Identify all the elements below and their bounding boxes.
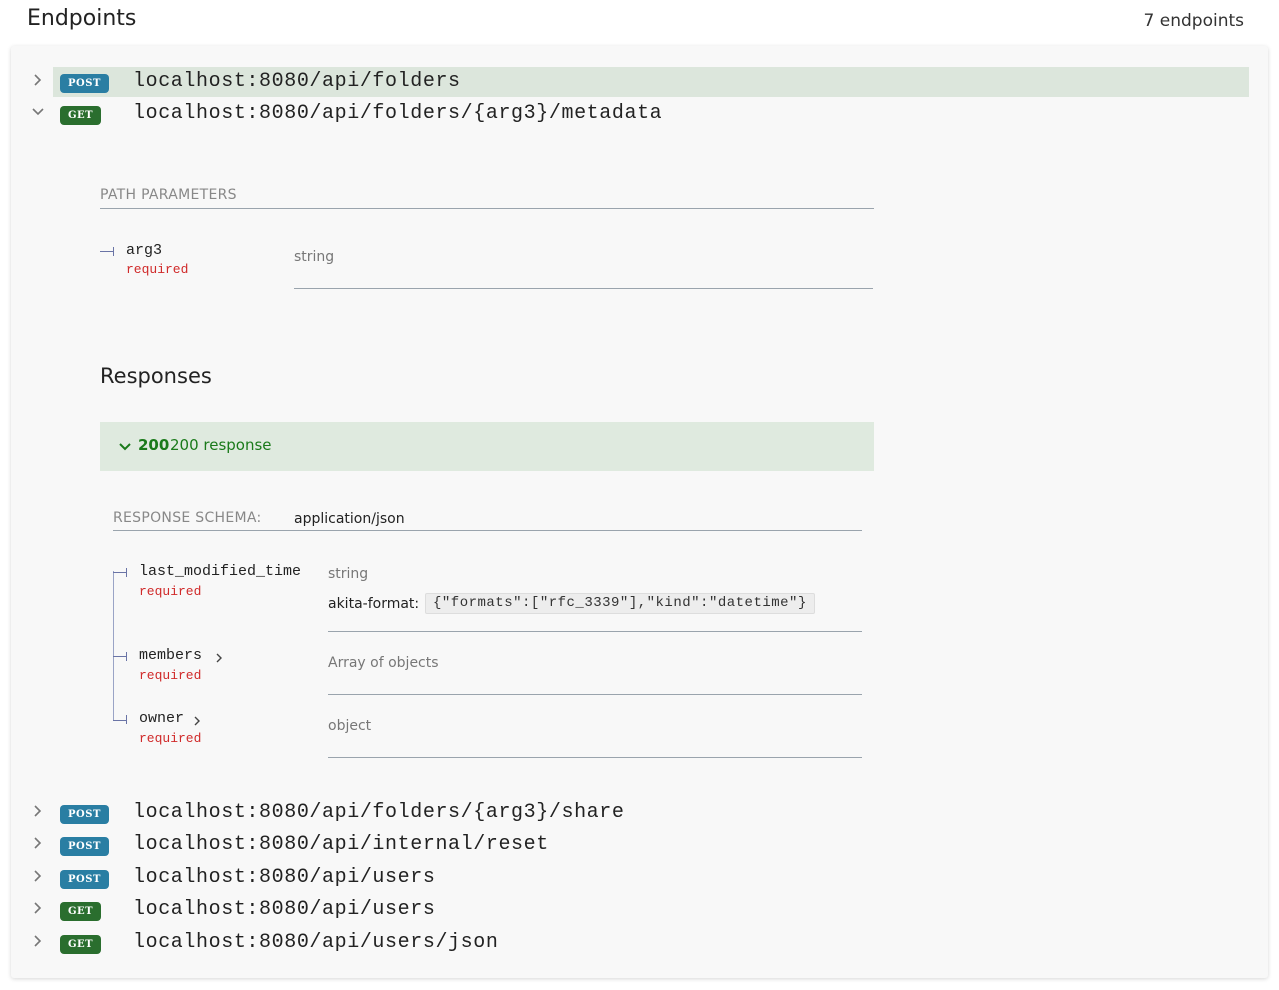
tree-connector (113, 720, 127, 721)
response-code: 200 (138, 436, 170, 454)
tree-connector (100, 251, 114, 252)
method-badge: GET (60, 902, 102, 921)
field-name: last_modified_time (139, 563, 302, 580)
divider (100, 208, 874, 209)
chevron-down-icon (118, 439, 132, 457)
chevron-right-icon[interactable] (193, 714, 201, 732)
method-badge: POST (60, 837, 109, 856)
divider (328, 757, 862, 758)
path-parameters-label: PATH PARAMETERS (100, 187, 237, 203)
response-200-toggle[interactable]: 200 200 response (100, 422, 874, 471)
field-name[interactable]: members (139, 647, 202, 664)
endpoint-row[interactable]: POST localhost:8080/api/internal/reset (11, 830, 1268, 860)
response-description: 200 response (170, 436, 272, 454)
akita-format-value: {"formats":["rfc_3339"],"kind":"datetime… (425, 593, 815, 614)
endpoint-path: localhost:8080/api/users (133, 866, 436, 889)
field-name[interactable]: owner (139, 710, 184, 727)
endpoint-row[interactable]: POST localhost:8080/api/folders/{arg3}/s… (11, 798, 1268, 828)
param-type: string (294, 249, 335, 265)
chevron-right-icon[interactable] (33, 934, 45, 948)
endpoint-row[interactable]: GET localhost:8080/api/users (11, 895, 1268, 925)
chevron-right-icon[interactable] (215, 651, 223, 669)
required-label: required (139, 584, 202, 599)
page-title: Endpoints (27, 6, 137, 31)
responses-title: Responses (100, 364, 212, 388)
endpoint-path: localhost:8080/api/users (133, 898, 436, 921)
endpoint-path: localhost:8080/api/users/json (133, 931, 499, 954)
endpoint-path: localhost:8080/api/folders/{arg3}/metada… (133, 102, 663, 125)
method-badge: POST (60, 870, 109, 889)
endpoint-path: localhost:8080/api/folders (133, 70, 461, 93)
tree-connector (126, 652, 127, 661)
chevron-right-icon[interactable] (33, 901, 45, 915)
endpoint-count: 7 endpoints (1143, 11, 1244, 31)
required-label: required (139, 668, 202, 683)
endpoint-row[interactable]: GET localhost:8080/api/users/json (11, 928, 1268, 958)
akita-format-label: akita-format: (328, 596, 420, 612)
param-name: arg3 (126, 242, 163, 259)
chevron-right-icon[interactable] (33, 73, 45, 87)
endpoint-path: localhost:8080/api/internal/reset (133, 833, 549, 856)
method-badge: POST (60, 805, 109, 824)
field-type: string (328, 566, 369, 582)
chevron-right-icon[interactable] (33, 836, 45, 850)
method-badge: GET (60, 106, 102, 125)
method-badge: POST (60, 74, 109, 93)
tree-connector (113, 572, 127, 573)
field-type: object (328, 718, 372, 734)
divider (294, 288, 873, 289)
required-label: required (139, 731, 202, 746)
chevron-right-icon[interactable] (33, 804, 45, 818)
divider (328, 631, 862, 632)
response-schema-type: application/json (294, 511, 405, 527)
endpoint-path: localhost:8080/api/folders/{arg3}/share (133, 801, 625, 824)
required-label: required (126, 262, 189, 277)
tree-connector (113, 247, 114, 256)
tree-line (113, 571, 114, 721)
divider (113, 530, 862, 531)
endpoint-row[interactable]: POST localhost:8080/api/users (11, 863, 1268, 893)
page-header: Endpoints 7 endpoints (0, 0, 1279, 44)
chevron-right-icon[interactable] (33, 869, 45, 883)
chevron-down-icon[interactable] (31, 107, 44, 121)
tree-connector (126, 568, 127, 577)
divider (328, 694, 862, 695)
tree-connector (126, 715, 127, 724)
endpoint-row[interactable]: POST localhost:8080/api/folders (11, 67, 1268, 97)
field-type: Array of objects (328, 655, 439, 671)
response-schema-label: RESPONSE SCHEMA: (113, 510, 262, 526)
endpoints-panel: POST localhost:8080/api/folders GET loca… (11, 46, 1268, 978)
endpoint-row[interactable]: GET localhost:8080/api/folders/{arg3}/me… (11, 99, 1268, 129)
tree-connector (113, 656, 127, 657)
method-badge: GET (60, 935, 102, 954)
